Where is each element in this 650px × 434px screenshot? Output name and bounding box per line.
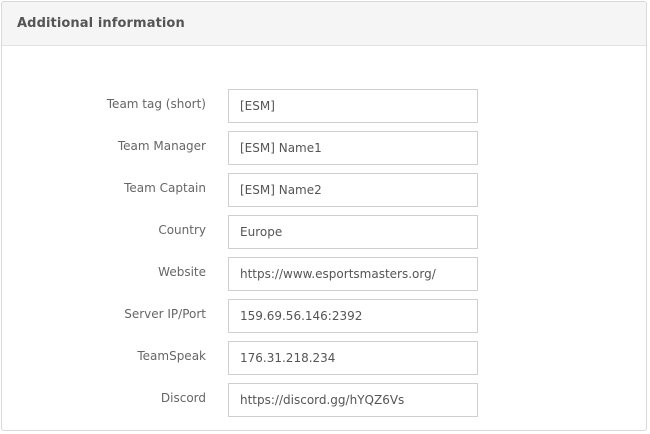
- country-label: Country: [158, 223, 206, 237]
- teamspeak-label: TeamSpeak: [137, 349, 206, 363]
- team-manager-label: Team Manager: [117, 139, 206, 153]
- discord-label: Discord: [160, 391, 206, 405]
- panel-header: Additional information: [2, 2, 646, 46]
- server-ip-port-label: Server IP/Port: [124, 307, 206, 321]
- website-label: Website: [158, 265, 206, 279]
- form-row-team-tag: Team tag (short): [2, 89, 646, 123]
- team-captain-label: Team Captain: [124, 181, 206, 195]
- website-input[interactable]: [228, 257, 478, 291]
- form-row-server-ip-port: Server IP/Port: [2, 299, 646, 333]
- team-tag-input[interactable]: [228, 89, 478, 123]
- form-row-discord: Discord: [2, 383, 646, 417]
- team-captain-input[interactable]: [228, 173, 478, 207]
- form-row-website: Website: [2, 257, 646, 291]
- discord-input[interactable]: [228, 383, 478, 417]
- team-tag-label: Team tag (short): [106, 97, 206, 111]
- server-ip-port-input[interactable]: [228, 299, 478, 333]
- form-row-team-captain: Team Captain: [2, 173, 646, 207]
- form-row-country: Country: [2, 215, 646, 249]
- panel-title: Additional information: [17, 16, 185, 31]
- additional-information-panel: Additional information Team tag (short) …: [1, 1, 647, 431]
- form-row-team-manager: Team Manager: [2, 131, 646, 165]
- country-input[interactable]: [228, 215, 478, 249]
- form-row-teamspeak: TeamSpeak: [2, 341, 646, 375]
- teamspeak-input[interactable]: [228, 341, 478, 375]
- team-manager-input[interactable]: [228, 131, 478, 165]
